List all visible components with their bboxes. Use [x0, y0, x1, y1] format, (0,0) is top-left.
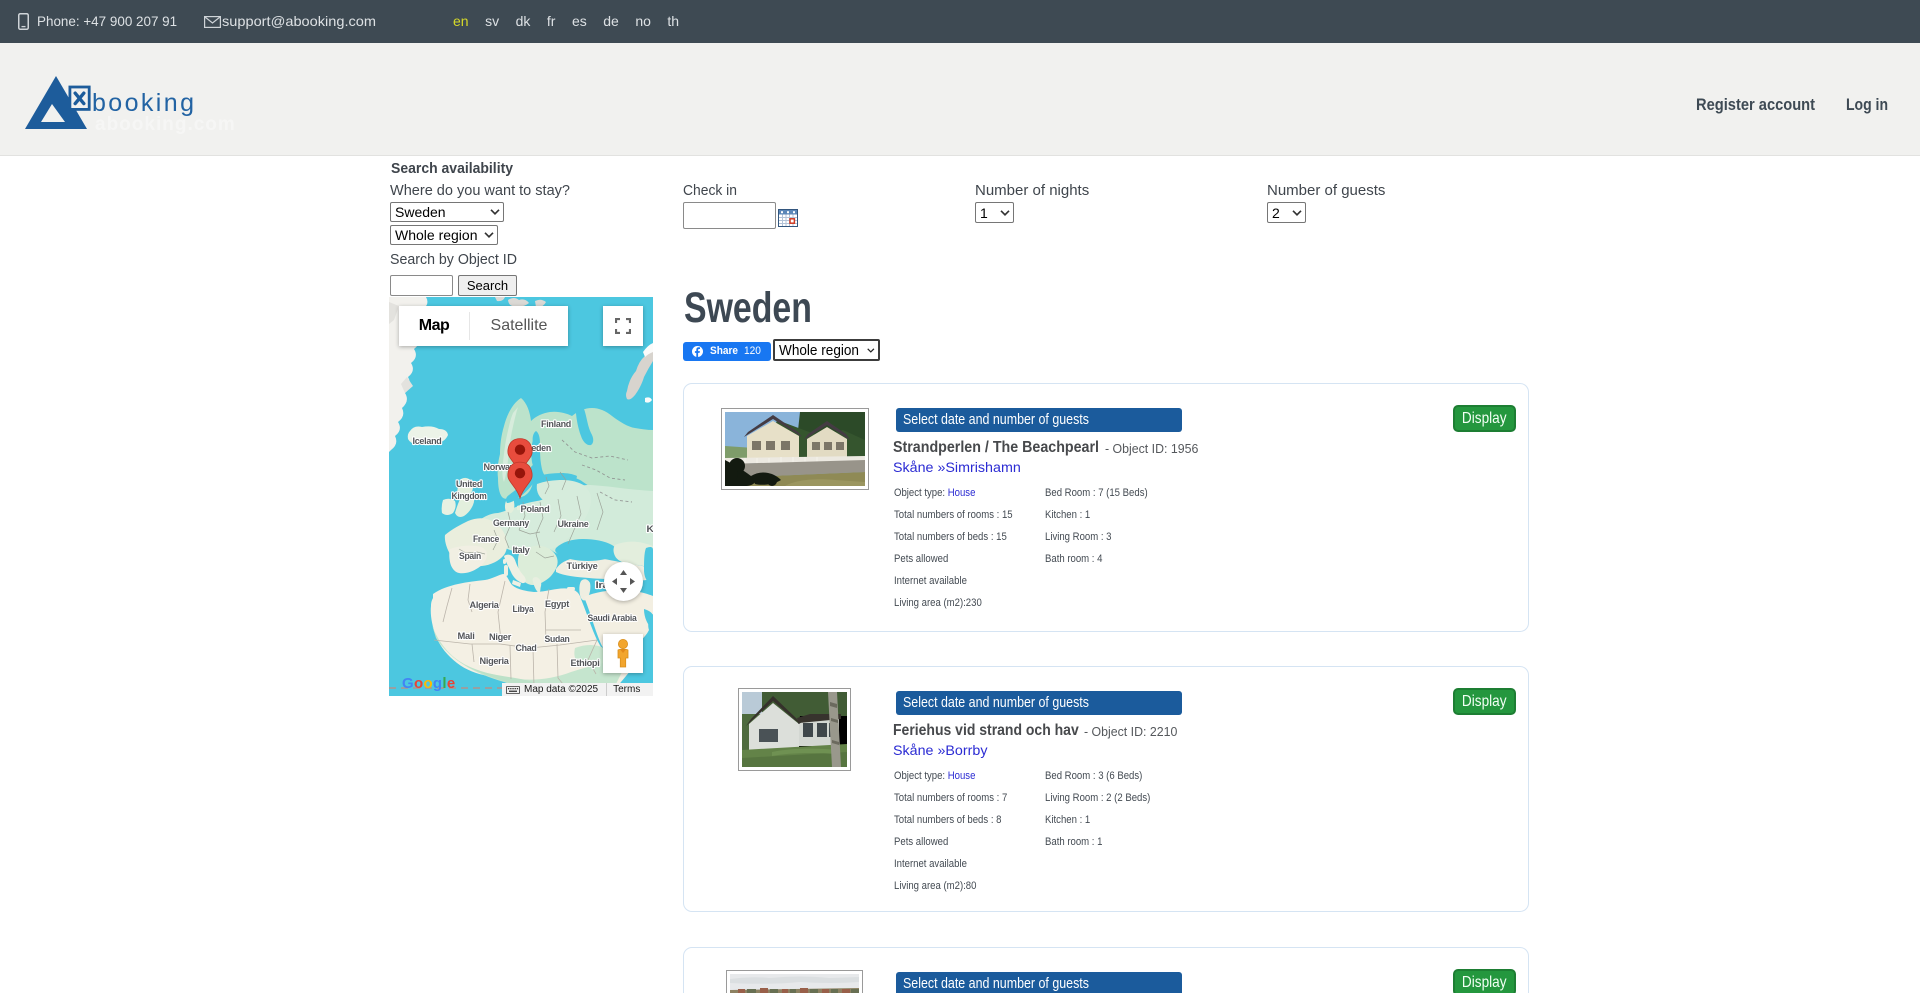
- svg-text:Egypt: Egypt: [545, 599, 570, 610]
- svg-text:Italy: Italy: [513, 545, 531, 556]
- svg-text:Niger: Niger: [489, 632, 512, 643]
- svg-text:Sudan: Sudan: [545, 634, 570, 645]
- svg-text:Kingdom: Kingdom: [452, 491, 487, 502]
- svg-text:Poland: Poland: [521, 504, 550, 515]
- svg-text:United: United: [456, 479, 482, 490]
- svg-text:Spain: Spain: [459, 551, 481, 562]
- svg-text:France: France: [473, 534, 499, 545]
- svg-text:Chad: Chad: [516, 643, 537, 654]
- svg-text:Türkiye: Türkiye: [567, 561, 598, 572]
- svg-text:Algeria: Algeria: [470, 600, 500, 611]
- svg-text:Iceland: Iceland: [413, 436, 442, 447]
- svg-text:Nigeria: Nigeria: [480, 656, 510, 667]
- svg-text:Ethiopi: Ethiopi: [571, 658, 600, 669]
- svg-text:Mali: Mali: [458, 631, 475, 642]
- svg-text:K: K: [647, 524, 654, 535]
- svg-text:Saudi Arabia: Saudi Arabia: [588, 613, 638, 624]
- svg-text:Libya: Libya: [513, 604, 535, 615]
- svg-text:Ukraine: Ukraine: [558, 519, 589, 530]
- svg-text:Finland: Finland: [541, 419, 571, 430]
- svg-text:Germany: Germany: [493, 518, 530, 529]
